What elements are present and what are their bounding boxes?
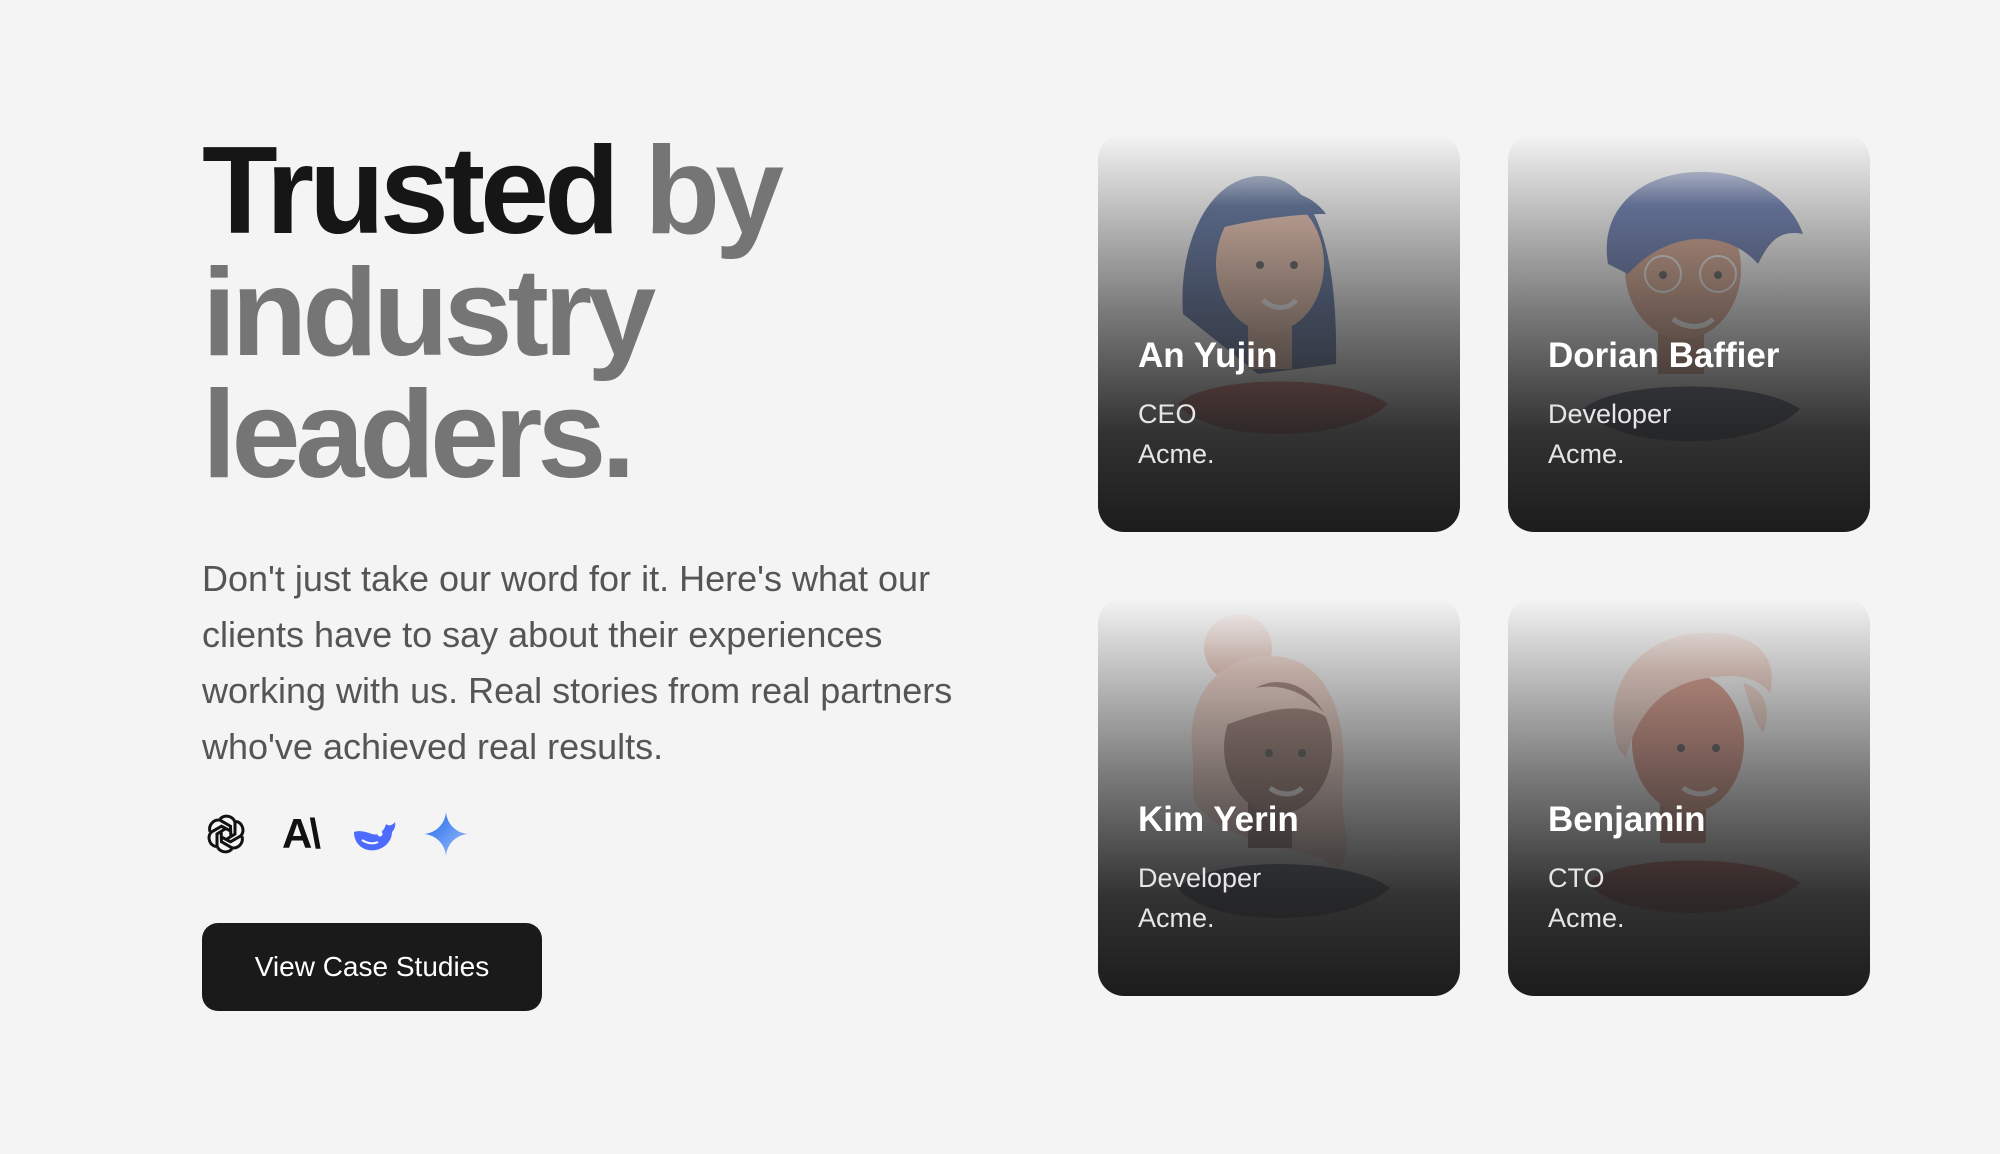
testimonial-card-kim-yerin[interactable]: Kim Yerin Developer Acme. [1098,598,1460,996]
gemini-sparkle-icon [422,810,470,858]
anthropic-logo-icon: A\ [282,810,321,857]
testimonial-info: Dorian Baffier Developer Acme. [1548,334,1779,474]
deepseek-whale-icon [350,810,398,858]
testimonial-name: Kim Yerin [1138,800,1299,839]
testimonial-name: Dorian Baffier [1548,336,1780,375]
view-case-studies-button[interactable]: View Case Studies [202,923,542,1011]
testimonial-role: CTO [1548,863,1605,893]
testimonial-card-dorian-baffier[interactable]: Dorian Baffier Developer Acme. [1508,134,1870,532]
hero-description: Don't just take our word for it. Here's … [202,558,953,767]
testimonial-role: Developer [1138,863,1262,893]
headline-industry: industry [202,244,656,382]
headline-by: by [614,122,784,260]
testimonial-info: An Yujin CEO Acme. [1138,334,1277,474]
testimonial-card-an-yujin[interactable]: An Yujin CEO Acme. [1098,134,1460,532]
headline-strong: Trusted [202,122,620,260]
testimonial-company: Acme. [1138,439,1215,469]
testimonial-name: Benjamin [1548,800,1706,839]
partner-logos: A\ [202,809,1002,859]
testimonial-name: An Yujin [1138,336,1278,375]
testimonial-card-benjamin[interactable]: Benjamin CTO Acme. [1508,598,1870,996]
testimonial-company: Acme. [1548,439,1625,469]
headline-leaders: leaders. [202,366,636,504]
openai-logo-icon [202,810,250,858]
testimonial-role: Developer [1548,399,1672,429]
testimonial-info: Benjamin CTO Acme. [1548,798,1706,938]
testimonial-info: Kim Yerin Developer Acme. [1138,798,1299,938]
testimonial-company: Acme. [1548,903,1625,933]
testimonial-company: Acme. [1138,903,1215,933]
testimonial-role: CEO [1138,399,1197,429]
hero-headline: Trusted by industry leaders. [202,129,1002,497]
hero-section: Trusted by industry leaders. Don't just ta… [202,129,1002,1011]
